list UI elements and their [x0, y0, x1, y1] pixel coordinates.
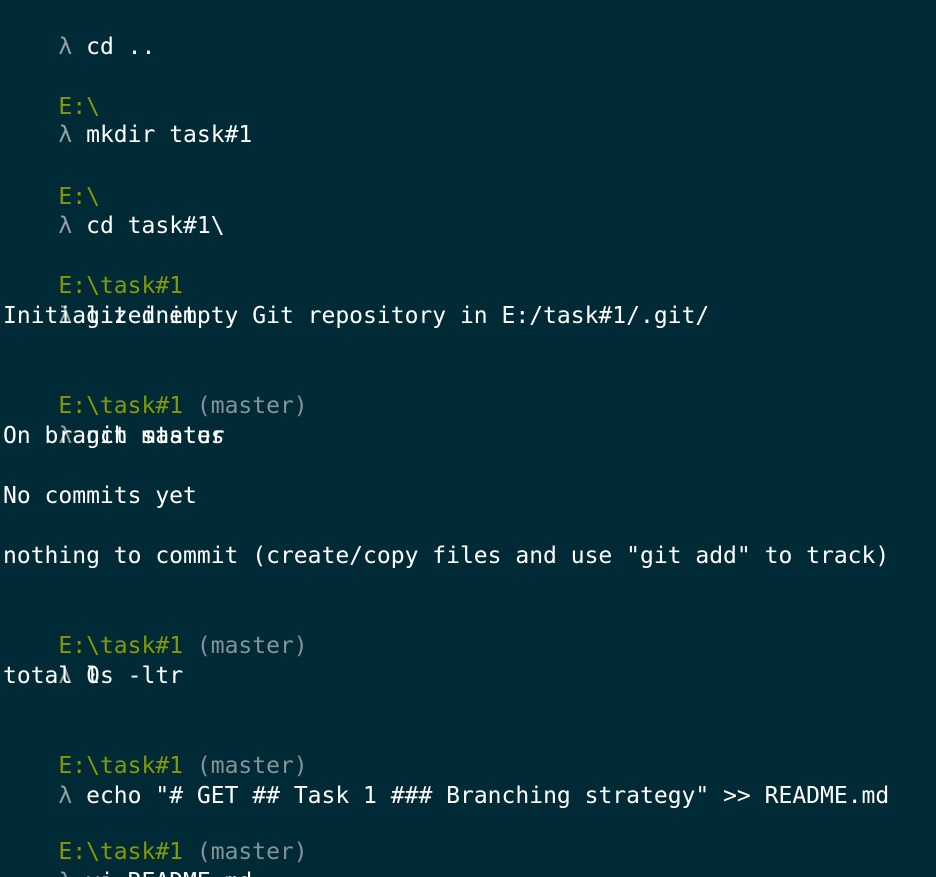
prompt-symbol: λ	[58, 34, 73, 60]
command-line: λ vi README.md	[3, 837, 252, 877]
prompt-path-line: E:\task#1 (master)	[3, 361, 307, 419]
command-line: λ cd task#1\	[3, 181, 224, 239]
prompt-path-line: E:\task#1 (master)	[3, 807, 307, 865]
prompt-path-line: E:\task#1 (master)	[3, 721, 307, 779]
command-text: cd ..	[86, 34, 156, 60]
prompt-path-line: E:\task#1	[3, 241, 183, 299]
command-line: λ echo "# GET ## Task 1 ### Branching st…	[3, 751, 889, 809]
command-line: λ git status	[3, 391, 224, 449]
command-line: λ ls -ltr	[3, 631, 183, 689]
command-text: cd task#1\	[86, 213, 225, 239]
output-line: No commits yet	[3, 483, 197, 509]
command-line: λ mkdir task#1	[3, 90, 252, 148]
command-text: vi README.md	[86, 869, 252, 877]
prompt-symbol: λ	[58, 213, 73, 239]
terminal-window[interactable]: λ cd .. E:\ λ mkdir task#1 E:\ λ cd task…	[0, 0, 936, 877]
command-line: λ git init	[3, 271, 197, 329]
command-text: echo "# GET ## Task 1 ### Branching stra…	[86, 783, 890, 809]
prompt-symbol: λ	[58, 783, 73, 809]
command-text: ls -ltr	[86, 663, 184, 689]
prompt-path-line: E:\task#1 (master)	[3, 601, 307, 659]
prompt-symbol: λ	[58, 869, 72, 877]
output-line: Initialized empty Git repository in E:/t…	[3, 303, 710, 329]
command-line: λ cd ..	[3, 2, 155, 60]
output-line: total 0	[3, 663, 100, 689]
prompt-symbol: λ	[58, 122, 73, 148]
prompt-path-line: E:\	[3, 152, 100, 210]
output-line: nothing to commit (create/copy files and…	[3, 543, 890, 569]
output-line: On branch master	[3, 423, 225, 449]
prompt-path-line: E:\	[3, 62, 100, 120]
git-branch-label: (master)	[196, 633, 308, 659]
command-text: mkdir task#1	[86, 122, 253, 148]
